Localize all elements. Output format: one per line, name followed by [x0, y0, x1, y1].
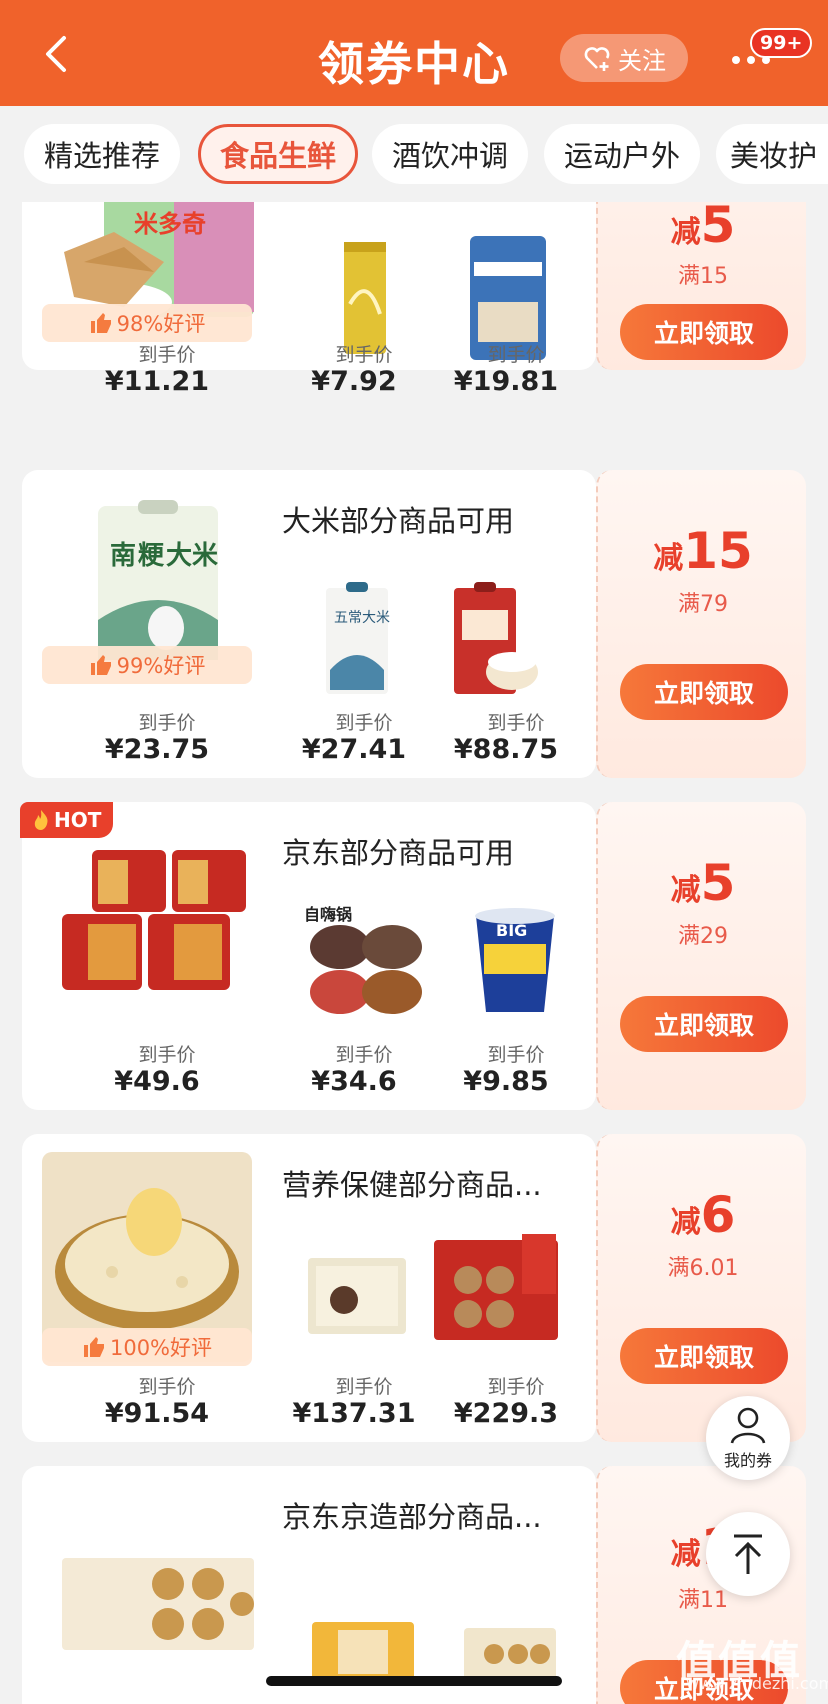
- svg-text:自嗨锅: 自嗨锅: [304, 905, 352, 924]
- discount-amount: 减15: [653, 522, 753, 580]
- discount-amount: 减6: [670, 1186, 736, 1244]
- rice-pack-image[interactable]: 五常大米: [312, 580, 402, 698]
- home-indicator[interactable]: [266, 1676, 562, 1686]
- price-label: 到手价: [487, 712, 545, 734]
- coupon-products: 米多奇 98%好评 到手价 ¥11.21 到手价 ¥7.92 到手价 ¥19.8…: [22, 202, 596, 397]
- price-label: 到手价: [138, 712, 196, 734]
- price-label: 到手价: [335, 344, 393, 366]
- coupon-offer: 减6 满6.01 立即领取: [596, 1134, 806, 1442]
- coupon-offer: 减15 满79 立即领取: [596, 470, 806, 778]
- follow-button[interactable]: 关注: [560, 34, 688, 82]
- price-label: 到手价: [138, 1376, 196, 1398]
- svg-text:南: 南: [110, 541, 136, 571]
- price-label: 到手价: [138, 344, 196, 366]
- hot-badge: HOT: [20, 802, 114, 838]
- svg-text:BIG: BIG: [496, 921, 527, 940]
- product-price: ¥91.54: [104, 1398, 210, 1429]
- thumbs-up-icon: [90, 655, 111, 675]
- follow-label: 关注: [618, 46, 666, 75]
- price-label: 到手价: [138, 1044, 196, 1066]
- user-icon: [730, 1407, 766, 1444]
- claim-coupon-button[interactable]: 立即领取: [620, 1328, 788, 1384]
- discount-amount: 减5: [670, 202, 736, 254]
- discount-threshold: 满15: [678, 264, 728, 289]
- header-bar: 领券中心 关注 99+: [0, 0, 828, 106]
- coupon-card: HOT 京东部分商品可用 自嗨锅 BIG 到手价 ¥49.6 到手价 ¥34.6…: [20, 802, 806, 1110]
- price-label: 到手价: [335, 712, 393, 734]
- product-price: ¥34.6: [311, 1066, 397, 1097]
- heart-plus-icon: [584, 47, 610, 71]
- coupon-products: 京东京造部分商品...: [22, 1466, 596, 1704]
- rating-badge: 100%好评: [42, 1328, 252, 1366]
- bread-box-image[interactable]: [58, 1554, 258, 1654]
- svg-text:大米: 大米: [166, 541, 218, 571]
- arrow-up-icon: [734, 1534, 762, 1574]
- discount-amount: 减5: [670, 854, 736, 912]
- tab-drinks[interactable]: 酒饮冲调: [372, 124, 528, 184]
- self-heating-pot-image[interactable]: 自嗨锅: [300, 902, 430, 1022]
- product-price: ¥7.92: [311, 366, 397, 397]
- my-coupons-label: 我的券: [723, 1451, 772, 1470]
- rice-bag-image[interactable]: 南 粳 大米: [88, 500, 228, 665]
- product-price: ¥27.41: [301, 734, 407, 765]
- health-box-image[interactable]: [302, 1244, 412, 1344]
- thumbs-up-icon: [90, 313, 111, 333]
- product-price: ¥23.75: [104, 734, 210, 765]
- rating-badge: 99%好评: [42, 646, 252, 684]
- product-price: ¥11.21: [104, 366, 210, 397]
- coupon-card: 南 粳 大米 99%好评 大米部分商品可用 五常大米 到手价 ¥23.75 到手…: [22, 470, 806, 778]
- watermark-url: www.zhidezhi.com: [686, 1674, 828, 1693]
- discount-threshold: 满79: [678, 592, 728, 617]
- coupon-title: 大米部分商品可用: [282, 504, 515, 538]
- price-label: 到手价: [487, 344, 545, 366]
- product-price: ¥137.31: [292, 1398, 416, 1429]
- flame-icon: [34, 810, 48, 830]
- discount-threshold: 满11: [678, 1588, 728, 1613]
- coupon-title: 京东部分商品可用: [282, 836, 515, 870]
- thumbs-up-icon: [83, 1337, 104, 1357]
- price-label: 到手价: [487, 1376, 545, 1398]
- claim-coupon-button[interactable]: 立即领取: [620, 304, 788, 360]
- back-to-top-button[interactable]: [706, 1512, 790, 1596]
- coupon-offer: 减5 满29 立即领取: [596, 802, 806, 1110]
- product-price: ¥229.3: [453, 1398, 559, 1429]
- back-arrow-icon[interactable]: [40, 34, 74, 74]
- premium-rice-image[interactable]: [442, 580, 542, 698]
- tab-beauty[interactable]: 美妆护: [716, 124, 828, 184]
- coupon-title: 京东京造部分商品...: [282, 1500, 542, 1534]
- coupon-products: HOT 京东部分商品可用 自嗨锅 BIG 到手价 ¥49.6 到手价 ¥34.6…: [20, 802, 596, 1110]
- tab-featured[interactable]: 精选推荐: [24, 124, 180, 184]
- price-label: 到手价: [487, 1044, 545, 1066]
- category-tabs: 精选推荐 食品生鲜 酒饮冲调 运动户外 美妆护: [0, 106, 828, 202]
- price-label: 到手价: [335, 1044, 393, 1066]
- coupon-card: 100%好评 营养保健部分商品... 到手价 ¥91.54 到手价 ¥137.3…: [22, 1134, 806, 1442]
- product-price: ¥9.85: [463, 1066, 549, 1097]
- claim-coupon-button[interactable]: 立即领取: [620, 996, 788, 1052]
- message-count-badge: 99+: [750, 28, 813, 58]
- coupon-list[interactable]: 米多奇 98%好评 到手价 ¥11.21 到手价 ¥7.92 到手价 ¥19.8…: [0, 202, 828, 1704]
- cup-noodle-image[interactable]: BIG: [470, 902, 560, 1018]
- coupon-offer: 减5 满15 立即领取: [596, 202, 806, 370]
- hotpot-box-image[interactable]: [48, 844, 268, 1004]
- tab-sports[interactable]: 运动户外: [544, 124, 700, 184]
- claim-coupon-button[interactable]: 立即领取: [620, 664, 788, 720]
- product-price: ¥49.6: [114, 1066, 200, 1097]
- discount-threshold: 满29: [678, 924, 728, 949]
- product-price: ¥19.81: [453, 366, 559, 397]
- rating-badge: 98%好评: [42, 304, 252, 342]
- page-title: 领券中心: [318, 37, 510, 91]
- svg-text:粳: 粳: [138, 541, 165, 571]
- discount-threshold: 满6.01: [667, 1256, 739, 1281]
- tab-food-fresh[interactable]: 食品生鲜: [198, 124, 358, 184]
- my-coupons-button[interactable]: 我的券: [706, 1396, 790, 1480]
- coupon-products: 南 粳 大米 99%好评 大米部分商品可用 五常大米 到手价 ¥23.75 到手…: [22, 470, 596, 778]
- price-label: 到手价: [335, 1376, 393, 1398]
- gift-box-image[interactable]: [432, 1230, 562, 1354]
- product-price: ¥88.75: [453, 734, 559, 765]
- coupon-card: 米多奇 98%好评 到手价 ¥11.21 到手价 ¥7.92 到手价 ¥19.8…: [22, 202, 806, 397]
- coupon-products: 100%好评 营养保健部分商品... 到手价 ¥91.54 到手价 ¥137.3…: [22, 1134, 596, 1442]
- coupon-title: 营养保健部分商品...: [282, 1168, 542, 1202]
- svg-text:米多奇: 米多奇: [134, 210, 206, 238]
- svg-text:五常大米: 五常大米: [334, 610, 390, 626]
